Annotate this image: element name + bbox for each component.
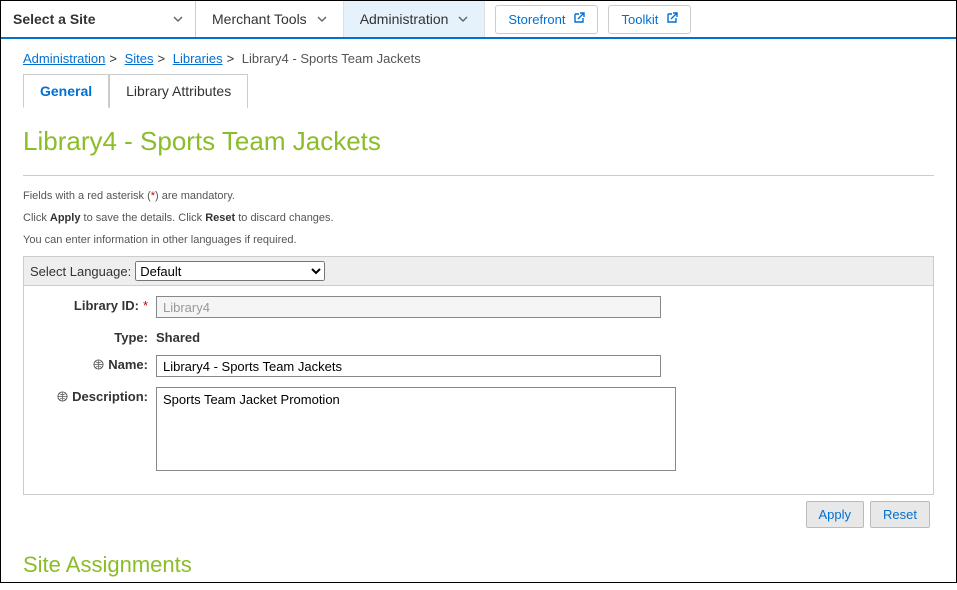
storefront-button[interactable]: Storefront <box>495 5 598 34</box>
value-type: Shared <box>156 328 200 345</box>
chevron-down-icon <box>317 11 327 27</box>
page-title: Library4 - Sports Team Jackets <box>23 126 934 157</box>
input-library-id <box>156 296 661 318</box>
divider <box>23 175 934 176</box>
row-library-id: Library ID:* <box>30 296 927 318</box>
external-link-icon <box>666 12 678 27</box>
nav-link-buttons: Storefront Toolkit <box>485 1 701 37</box>
breadcrumb-sep: > <box>109 51 117 66</box>
breadcrumb-link[interactable]: Libraries <box>173 51 223 66</box>
breadcrumb-current: Library4 - Sports Team Jackets <box>242 51 421 66</box>
row-type: Type: Shared <box>30 328 927 345</box>
toolkit-button[interactable]: Toolkit <box>608 5 691 34</box>
apply-button[interactable]: Apply <box>806 501 865 528</box>
button-bar: Apply Reset <box>23 495 934 534</box>
label-type: Type: <box>30 328 156 345</box>
tab-general[interactable]: General <box>23 74 109 108</box>
nav-administration[interactable]: Administration <box>344 1 486 37</box>
site-selector[interactable]: Select a Site <box>1 1 196 37</box>
textarea-description[interactable]: Sports Team Jacket Promotion <box>156 387 676 471</box>
content-area: Administration > Sites > Libraries > Librar… <box>1 39 956 590</box>
section-site-assignments: Site Assignments <box>23 552 934 578</box>
form-table: Library ID:* Type: Shared Name: Descript… <box>23 286 934 495</box>
row-name: Name: <box>30 355 927 377</box>
tab-library-attributes[interactable]: Library Attributes <box>109 74 248 108</box>
help-line-3: You can enter information in other langu… <box>23 234 934 246</box>
breadcrumb-link[interactable]: Administration <box>23 51 105 66</box>
help-line-2: Click Apply to save the details. Click R… <box>23 212 934 224</box>
toolkit-label: Toolkit <box>621 12 658 27</box>
nav-label: Administration <box>360 11 449 27</box>
help-line-1: Fields with a red asterisk (*) are manda… <box>23 190 934 202</box>
language-bar: Select Language: Default <box>23 256 934 286</box>
nav-merchant-tools[interactable]: Merchant Tools <box>196 1 344 37</box>
label-description: Description: <box>30 387 156 404</box>
tabs: General Library Attributes <box>23 74 934 108</box>
chevron-down-icon <box>173 12 183 27</box>
top-bar: Select a Site Merchant Tools Administrat… <box>1 1 956 39</box>
storefront-label: Storefront <box>508 12 565 27</box>
language-select[interactable]: Default <box>135 261 325 281</box>
external-link-icon <box>573 12 585 27</box>
nav-label: Merchant Tools <box>212 11 307 27</box>
label-library-id: Library ID:* <box>30 296 156 313</box>
row-description: Description: Sports Team Jacket Promotio… <box>30 387 927 474</box>
globe-icon <box>93 359 104 370</box>
breadcrumb-sep: > <box>227 51 235 66</box>
breadcrumb: Administration > Sites > Libraries > Librar… <box>23 51 934 66</box>
globe-icon <box>57 391 68 402</box>
chevron-down-icon <box>458 11 468 27</box>
label-name: Name: <box>30 355 156 372</box>
input-name[interactable] <box>156 355 661 377</box>
site-selector-label: Select a Site <box>13 11 96 27</box>
required-asterisk: * <box>143 298 148 313</box>
breadcrumb-sep: > <box>158 51 166 66</box>
language-label: Select Language: <box>30 264 131 279</box>
reset-button[interactable]: Reset <box>870 501 930 528</box>
breadcrumb-link[interactable]: Sites <box>125 51 154 66</box>
